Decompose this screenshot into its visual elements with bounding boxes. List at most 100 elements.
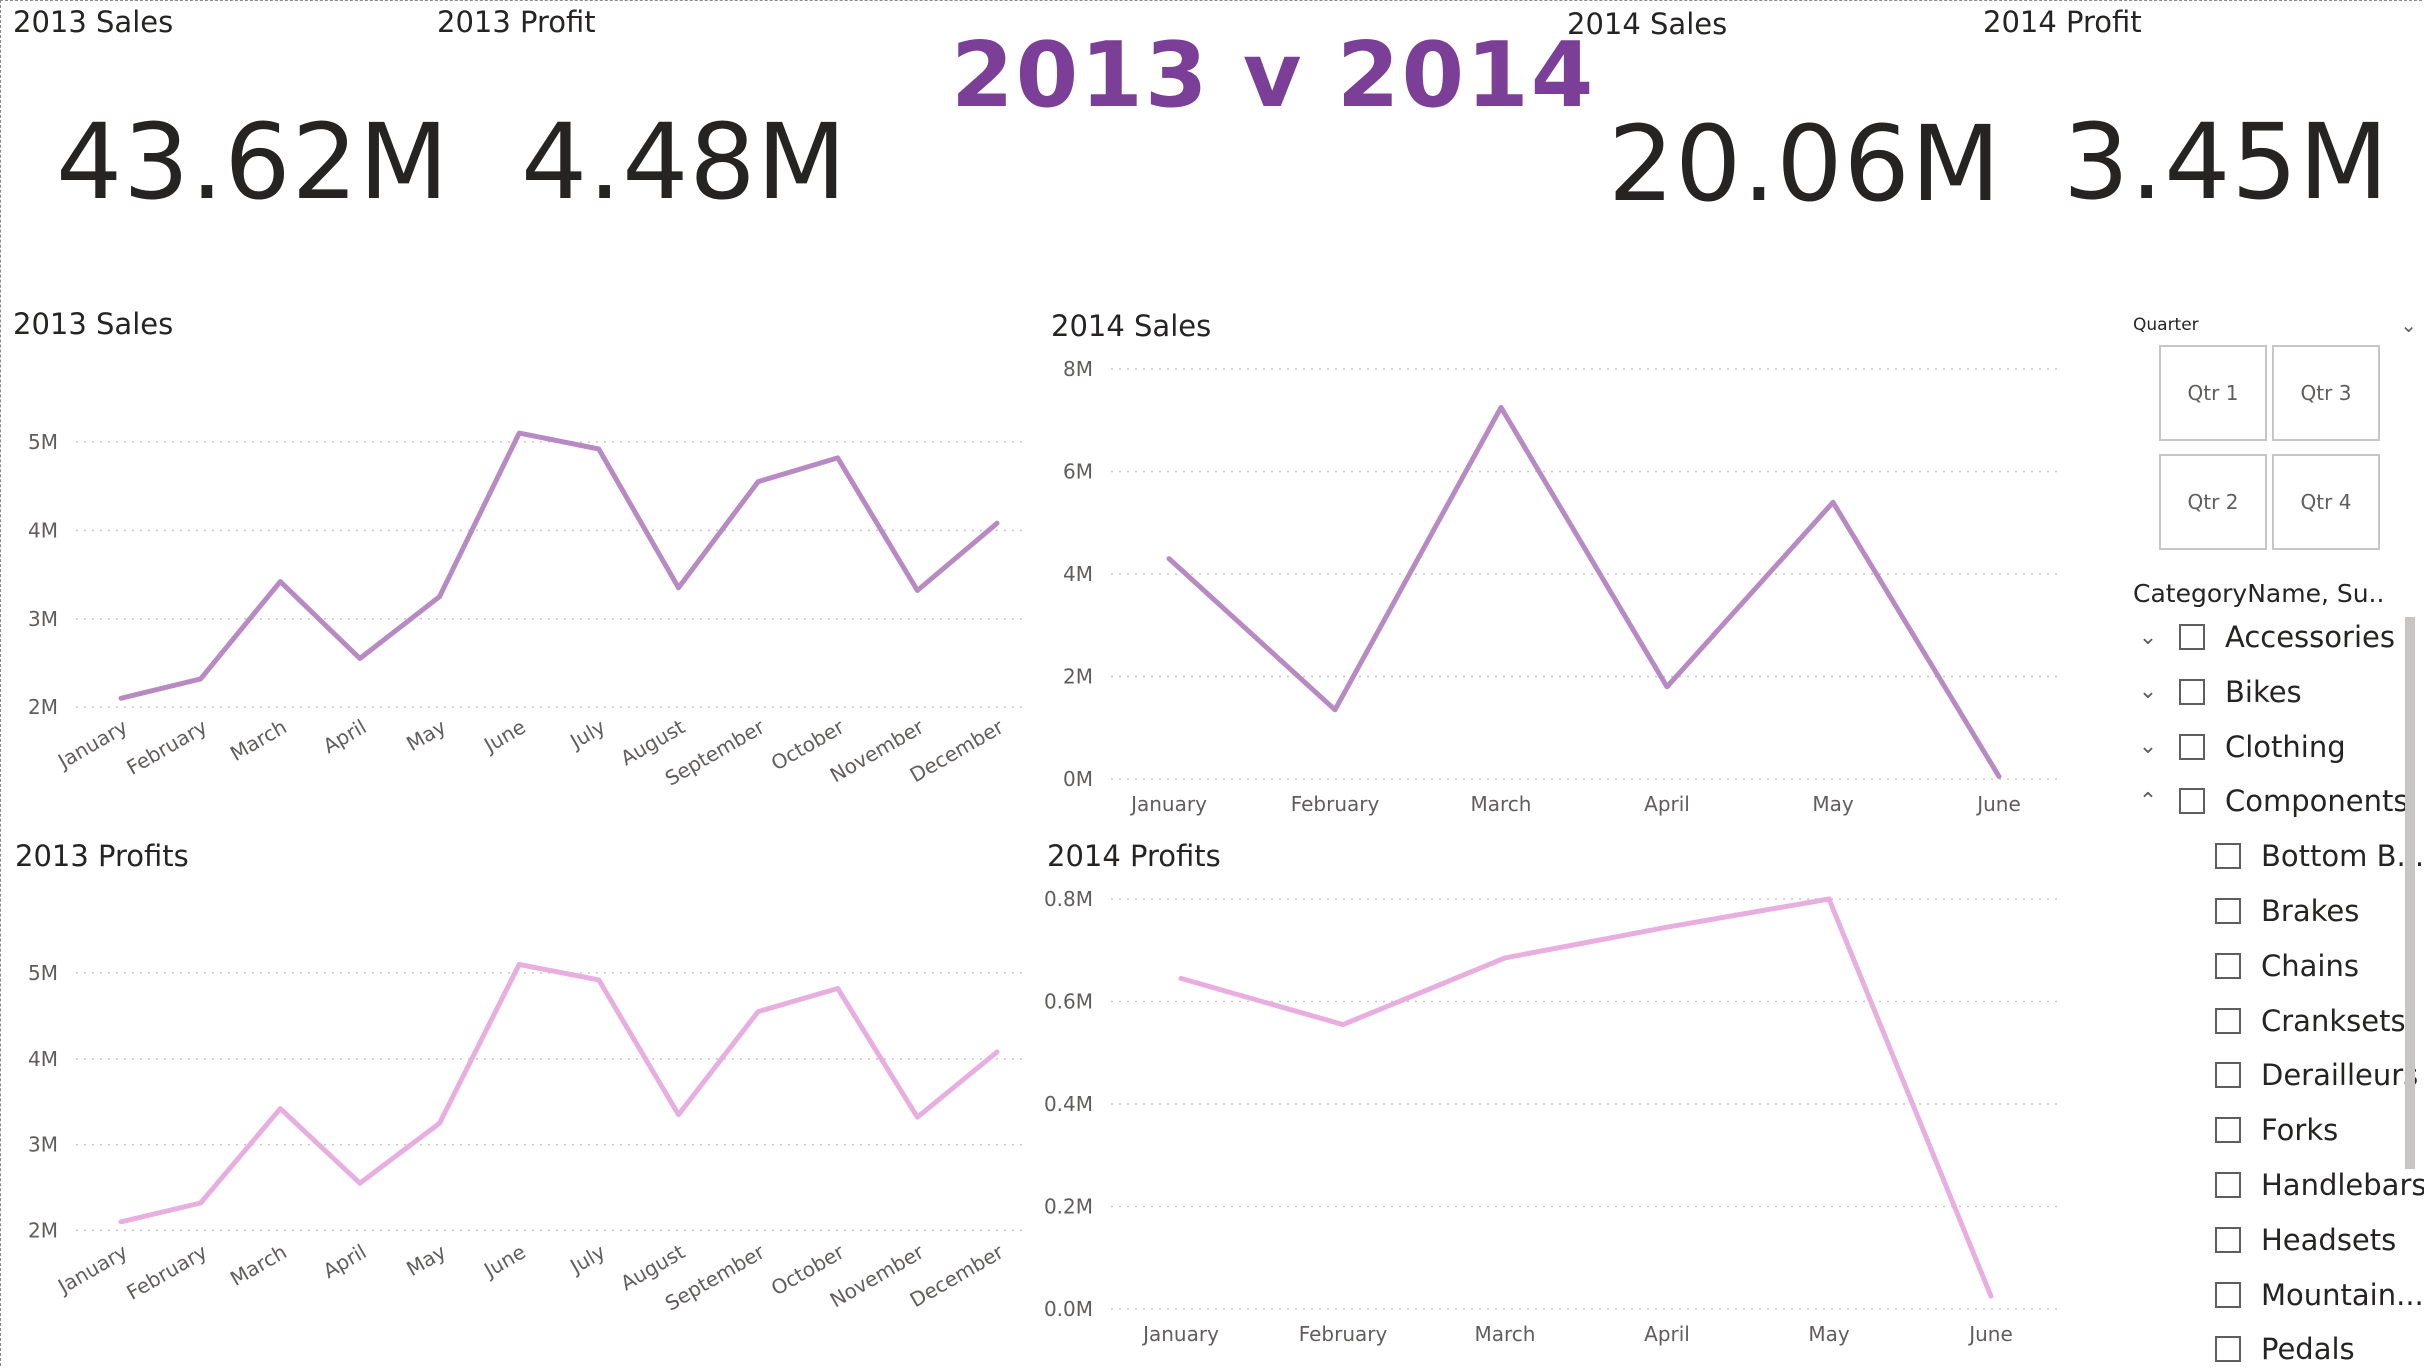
category-slicer-scrollbar[interactable] — [2405, 617, 2415, 1169]
category-item-label: Mountain... — [2261, 1277, 2424, 1312]
checkbox[interactable] — [2215, 1007, 2241, 1034]
qtr-1-button[interactable]: Qtr 1 — [2159, 345, 2267, 441]
x-tick-label: January — [1141, 1322, 1219, 1346]
checkbox[interactable] — [2215, 1226, 2241, 1253]
checkbox[interactable] — [2215, 1172, 2241, 1198]
chevron-down-icon[interactable]: ⌄ — [2131, 734, 2165, 759]
card-2013-sales-label: 2013 Sales — [13, 5, 174, 39]
category-item[interactable]: ⌄ Accessories — [2131, 617, 2395, 657]
x-tick-label: February — [122, 714, 211, 779]
x-tick-label: March — [1471, 792, 1532, 816]
category-slicer: CategoryName, Su... ⌄ Accessories ⌄ Bikes ⌄ C… — [2131, 579, 2424, 1369]
x-tick-label: July — [564, 1239, 609, 1279]
category-item-label: Bikes — [2225, 674, 2302, 709]
x-tick-label: July — [564, 714, 609, 754]
x-tick-label: April — [319, 715, 371, 759]
checkbox[interactable] — [2179, 624, 2205, 650]
chevron-up-icon[interactable]: ⌃ — [2131, 789, 2165, 814]
y-tick-label: 5M — [28, 430, 58, 454]
x-tick-label: May — [1812, 792, 1854, 816]
checkbox[interactable] — [2215, 1336, 2241, 1363]
x-tick-label: May — [402, 714, 450, 756]
x-tick-label: January — [52, 1239, 132, 1299]
checkbox[interactable] — [2215, 1062, 2241, 1089]
chevron-down-icon[interactable]: ⌄ — [2131, 625, 2165, 650]
checkbox[interactable] — [2215, 1281, 2241, 1308]
x-tick-label: June — [478, 715, 529, 759]
category-item[interactable]: Derailleurs — [2215, 1055, 2418, 1095]
series-line[interactable] — [1166, 404, 2002, 779]
category-item[interactable]: ⌄ Clothing — [2131, 727, 2346, 767]
card-2014-profit-label: 2014 Profit — [1983, 5, 2142, 39]
chart-title-2014-sales: 2014 Sales — [1051, 309, 1212, 343]
category-item-label: Chains — [2261, 948, 2359, 983]
line-chart-2013-profits[interactable]: 2M 3M 4M 5M JanuaryFebruary March April May June… — [1, 891, 1031, 1331]
x-tick-label: February — [1291, 792, 1380, 816]
x-tick-label: March — [226, 715, 291, 766]
category-item[interactable]: Brakes — [2215, 891, 2359, 931]
page-title: 2013 v 2014 — [951, 23, 1596, 128]
card-2013-profit-value: 4.48M — [521, 101, 848, 223]
chevron-down-icon[interactable]: ⌄ — [2400, 313, 2417, 337]
category-item[interactable]: Headsets — [2215, 1220, 2396, 1260]
x-tick-label: March — [1475, 1322, 1536, 1346]
category-item[interactable]: Cranksets — [2215, 1001, 2406, 1041]
category-item-label: Bottom B... — [2261, 839, 2424, 874]
qtr-4-button[interactable]: Qtr 4 — [2272, 454, 2380, 550]
category-item[interactable]: ⌄ Bikes — [2131, 672, 2302, 712]
category-item-label: Derailleurs — [2261, 1058, 2419, 1093]
checkbox[interactable] — [2215, 952, 2241, 979]
line-chart-2014-profits[interactable]: 0.0M 0.2M 0.4M 0.6M 0.8M January February March… — [1041, 881, 2081, 1361]
category-item[interactable]: Handlebars — [2215, 1165, 2424, 1205]
y-tick-label: 8M — [1063, 357, 1093, 381]
category-item-label: Brakes — [2261, 894, 2360, 928]
x-tick-label: April — [319, 1240, 371, 1284]
card-2013-profit-label: 2013 Profit — [437, 5, 596, 39]
y-tick-label: 3M — [28, 607, 58, 631]
checkbox[interactable] — [2179, 788, 2205, 815]
report-canvas: 2013 Sales 43.62M 2013 Profit 4.48M 2013… — [0, 0, 2424, 1369]
category-slicer-header: CategoryName, Su... — [2133, 579, 2383, 608]
y-tick-label: 2M — [28, 695, 58, 719]
category-item[interactable]: Mountain... — [2215, 1275, 2424, 1315]
qtr-2-button[interactable]: Qtr 2 — [2159, 454, 2267, 550]
chart-title-2013-sales: 2013 Sales — [13, 307, 174, 341]
category-item[interactable]: Pedals — [2215, 1329, 2355, 1369]
category-item[interactable]: Bottom B... — [2215, 836, 2424, 876]
y-tick-label: 6M — [1063, 460, 1093, 484]
y-tick-label: 5M — [28, 961, 58, 985]
category-item[interactable]: Chains — [2215, 946, 2359, 986]
category-item-label: Clothing — [2225, 729, 2346, 764]
category-item[interactable]: Forks — [2215, 1110, 2338, 1150]
checkbox[interactable] — [2215, 843, 2241, 870]
category-item[interactable]: ⌃ Components — [2131, 781, 2409, 821]
y-tick-label: 2M — [1063, 665, 1093, 689]
x-tick-label: February — [122, 1239, 211, 1304]
series-line[interactable] — [118, 430, 1000, 701]
series-line[interactable] — [118, 961, 1000, 1225]
x-tick-label: June — [1967, 1322, 2013, 1346]
x-tick-label: June — [1975, 792, 2021, 816]
category-item-label: Pedals — [2261, 1332, 2355, 1367]
line-chart-2013-sales[interactable]: 2M 3M 4M 5M JanuaryFebruary March April May June… — [1, 361, 1031, 821]
x-tick-label: January — [52, 714, 132, 774]
x-tick-label: February — [1299, 1322, 1388, 1346]
checkbox[interactable] — [2215, 1117, 2241, 1144]
category-item-label: Cranksets — [2261, 1003, 2406, 1038]
quarter-slicer-header: Quarter — [2133, 315, 2199, 335]
y-tick-label: 0.2M — [1044, 1195, 1093, 1219]
x-tick-label: April — [1644, 1322, 1690, 1346]
series-line[interactable] — [1178, 896, 1994, 1299]
category-item-label: Headsets — [2261, 1222, 2397, 1257]
line-chart-2014-sales[interactable]: 0M 2M 4M 6M 8M January February March April May Ju… — [1041, 351, 2081, 831]
y-tick-label: 4M — [1063, 562, 1093, 586]
y-tick-label: 0.6M — [1044, 990, 1093, 1014]
category-item-label: Handlebars — [2261, 1168, 2424, 1202]
x-tick-label: May — [1808, 1322, 1850, 1346]
checkbox[interactable] — [2179, 733, 2205, 760]
card-2013-sales-value: 43.62M — [56, 101, 450, 223]
qtr-3-button[interactable]: Qtr 3 — [2272, 345, 2380, 441]
chevron-down-icon[interactable]: ⌄ — [2131, 679, 2165, 704]
checkbox[interactable] — [2179, 678, 2205, 705]
checkbox[interactable] — [2215, 898, 2241, 924]
